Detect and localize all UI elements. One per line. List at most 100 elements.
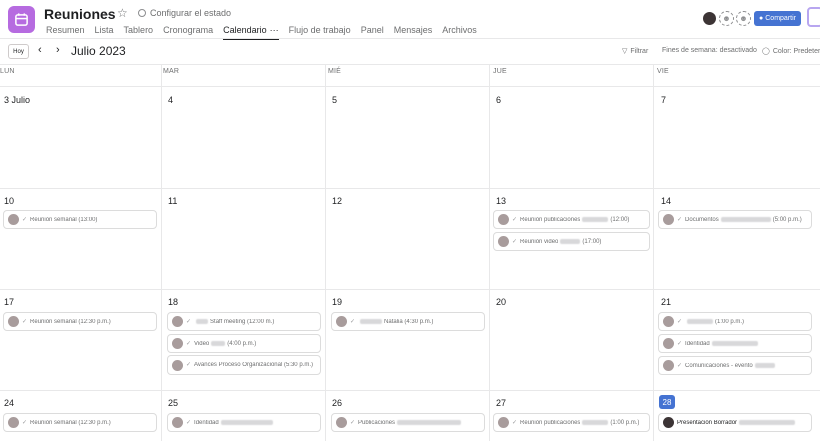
day-number[interactable]: 12 — [332, 196, 342, 206]
day-number[interactable]: 11 — [168, 196, 177, 206]
set-status-button[interactable]: Configurar el estado — [138, 8, 231, 18]
calendar-event[interactable]: ✓ Documentos (5:00 p.m.) — [658, 210, 812, 229]
day-number[interactable]: 20 — [496, 297, 506, 307]
chevron-left-icon[interactable]: ‹ — [38, 44, 42, 56]
redacted-text — [687, 319, 714, 324]
day-number[interactable]: 7 — [661, 95, 666, 105]
day-number[interactable]: 26 — [332, 398, 342, 408]
calendar-event[interactable]: ✓ Identidad — [658, 334, 812, 353]
chevron-down-icon[interactable]: ⌵ — [103, 8, 111, 19]
calendar-event[interactable]: ✓ Comunicaciones - evento — [658, 356, 812, 375]
check-icon: ✓ — [186, 420, 192, 426]
calendar-event[interactable]: ✓ Reunión semanal (12:30 p.m.) — [3, 312, 157, 331]
today-button[interactable]: Hoy — [8, 44, 29, 59]
calendar-event[interactable]: ✓ Staff meeting (12:00 m.) — [167, 312, 321, 331]
avatar — [336, 417, 347, 428]
avatar — [8, 214, 19, 225]
share-button[interactable]: ● Compartir — [754, 11, 801, 26]
calendar-event[interactable]: ✓ Identidad — [167, 413, 321, 432]
status-circle-icon — [138, 9, 146, 17]
user-placeholder-icon[interactable]: ☻ — [719, 11, 734, 26]
row-divider — [0, 86, 820, 87]
more-options-icon[interactable]: ··· — [270, 25, 279, 35]
project-members[interactable]: ☻ ☻ — [702, 11, 751, 26]
redacted-text — [211, 341, 226, 346]
avatar — [498, 417, 509, 428]
day-number[interactable]: 4 — [168, 95, 173, 105]
weekday-header: LUN — [0, 68, 15, 75]
calendar-event[interactable]: Presentación Borrador — [658, 413, 812, 432]
redacted-text — [220, 420, 273, 425]
check-icon: ✓ — [186, 361, 192, 368]
day-number[interactable]: 5 — [332, 95, 337, 105]
day-number[interactable]: 24 — [4, 398, 14, 408]
redacted-text — [711, 341, 758, 346]
calendar-event[interactable]: ✓ Video (4:00 p.m.) — [167, 334, 321, 353]
avatar — [498, 236, 509, 247]
project-header: Reuniones ⌵ ☆ Configurar el estado Resum… — [0, 0, 820, 40]
day-number[interactable]: 21 — [661, 297, 671, 307]
column-divider — [325, 64, 326, 441]
day-number[interactable]: 17 — [4, 297, 14, 307]
event-title: (1:00 p.m.) — [715, 318, 745, 325]
calendar-event[interactable]: ✓ Reunión video (17:00) — [493, 232, 650, 251]
calendar-event[interactable]: ✓ Publicaciones — [331, 413, 485, 432]
filter-label: Filtrar — [630, 47, 649, 55]
event-title: Reunión semanal (12:30 p.m.) — [30, 419, 111, 426]
day-number[interactable]: 19 — [332, 297, 342, 307]
calendar-event[interactable]: ✓ Reunión semanal (12:30 p.m.) — [3, 413, 157, 432]
redacted-text — [560, 239, 581, 244]
avatar — [172, 359, 183, 371]
avatar — [8, 316, 19, 327]
calendar-event[interactable]: ✓ (1:00 p.m.) — [658, 312, 812, 331]
event-title: Video — [194, 340, 210, 347]
apps-icon[interactable] — [807, 7, 820, 27]
column-divider — [161, 64, 162, 441]
calendar-event[interactable]: ✓ Reunión publicaciones (1:00 p.m.) — [493, 413, 650, 432]
chevron-right-icon[interactable]: › — [56, 44, 60, 56]
event-title: Comunicaciones - evento — [685, 362, 753, 369]
day-number[interactable]: 6 — [496, 95, 501, 105]
day-number[interactable]: 18 — [168, 297, 178, 307]
event-title: Publicaciones — [358, 419, 396, 426]
day-number[interactable]: 10 — [4, 196, 14, 206]
filter-button[interactable]: ▽ Filtrar — [622, 47, 649, 56]
event-title: Reunión video — [520, 238, 559, 245]
month-label: Julio 2023 — [71, 44, 126, 58]
color-button[interactable]: ◯Color: Predeterm — [762, 47, 820, 56]
user-placeholder-icon[interactable]: ☻ — [736, 11, 751, 26]
row-divider — [0, 188, 820, 189]
check-icon: ✓ — [512, 217, 518, 223]
day-number[interactable]: 25 — [168, 398, 178, 408]
color-label: Color: Predeterm — [772, 47, 820, 55]
avatar — [336, 316, 347, 327]
header-divider — [0, 38, 820, 39]
check-icon: ✓ — [186, 341, 192, 347]
star-icon[interactable]: ☆ — [117, 6, 128, 20]
event-title: Reunión semanal (12:30 p.m.) — [30, 318, 111, 325]
event-time: (17:00) — [582, 238, 602, 245]
calendar-project-icon[interactable] — [8, 6, 35, 33]
event-title: Staff meeting (12:00 m.) — [210, 318, 275, 325]
event-title: Natalia (4:30 p.m.) — [384, 318, 434, 325]
redacted-text — [754, 363, 775, 368]
calendar-event[interactable]: ✓ Avances Proceso Organizacional (5:30 p.… — [167, 355, 321, 375]
check-icon: ✓ — [22, 217, 28, 223]
calendar-event[interactable]: ✓ Natalia (4:30 p.m.) — [331, 312, 485, 331]
day-number[interactable]: 13 — [496, 196, 506, 206]
check-icon: ✓ — [512, 420, 518, 426]
weekday-header: MAR — [163, 68, 180, 75]
day-number[interactable]: 3 Julio — [4, 95, 30, 105]
day-number[interactable]: 14 — [661, 196, 671, 206]
day-number[interactable]: 27 — [496, 398, 506, 408]
column-divider — [489, 64, 490, 441]
check-icon: ✓ — [677, 363, 683, 369]
calendar-event[interactable]: ✓ Reunión publicaciones (12:00) — [493, 210, 650, 229]
calendar-event[interactable]: ✓ Reunión semanal (13:00) — [3, 210, 157, 229]
redacted-text — [360, 319, 383, 324]
avatar[interactable] — [702, 11, 717, 26]
weekday-header: MIÉ — [328, 68, 342, 75]
avatar — [172, 338, 183, 349]
weekends-toggle[interactable]: Fines de semana: desactivado — [662, 47, 757, 54]
today-day-number[interactable]: 28 — [659, 395, 675, 409]
